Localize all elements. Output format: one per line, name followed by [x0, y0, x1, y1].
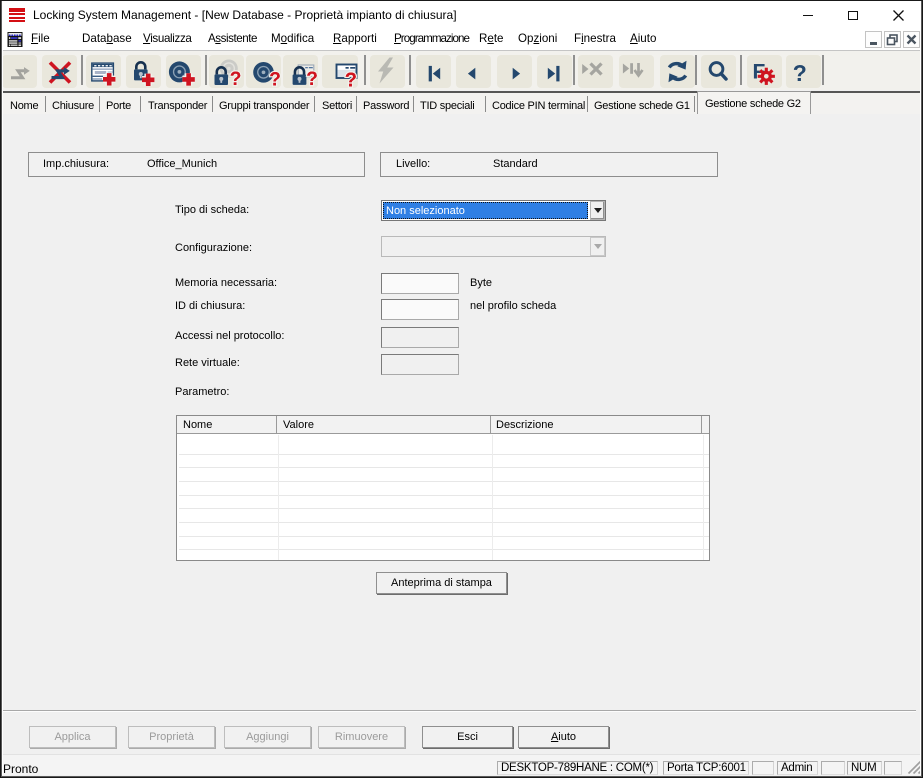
- svg-text:?: ?: [345, 69, 357, 88]
- svg-text:?: ?: [793, 60, 807, 86]
- svg-text:?: ?: [230, 69, 242, 88]
- svg-text:?: ?: [306, 69, 318, 88]
- svg-text:?: ?: [269, 69, 281, 87]
